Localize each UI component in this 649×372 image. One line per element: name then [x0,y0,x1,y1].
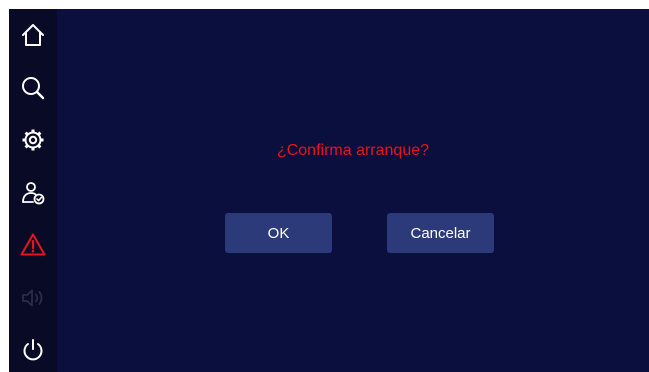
confirm-dialog: ¿Confirma arranque? OK Cancelar [57,9,649,372]
user-button[interactable] [13,173,53,213]
settings-gear-icon [22,129,44,151]
user-check-icon [22,182,45,205]
alarms-button[interactable] [13,225,53,265]
search-button[interactable] [13,68,53,108]
power-icon [23,339,43,361]
alarm-warning-icon [20,233,46,256]
ok-button[interactable]: OK [225,213,332,253]
search-icon [22,77,45,100]
confirm-start-message: ¿Confirma arranque? [276,142,430,159]
hmi-screen: ¿Confirma arranque? OK Cancelar [9,9,649,372]
home-icon [22,24,44,46]
home-button[interactable] [13,15,53,55]
sound-button [13,278,53,318]
sidebar [9,9,57,372]
cancel-button[interactable]: Cancelar [387,213,494,253]
settings-button[interactable] [13,120,53,160]
power-button[interactable] [13,330,53,370]
volume-muted-icon [22,289,43,307]
